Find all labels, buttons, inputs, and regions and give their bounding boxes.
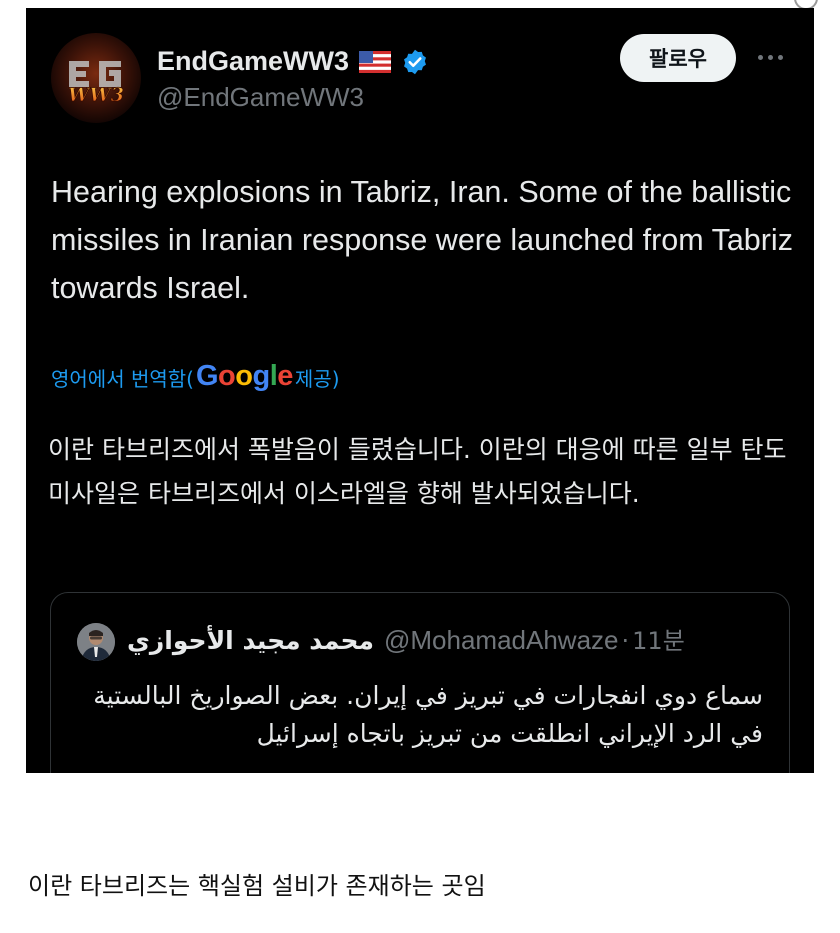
author-name[interactable]: EndGameWW3	[157, 46, 349, 77]
quote-text: سماع دوي انفجارات في تبريز في إيران. بعض…	[93, 681, 763, 748]
author-avatar[interactable]: WW3	[51, 33, 141, 123]
translation-attribution[interactable]: 영어에서 번역함( Google 제공)	[51, 360, 340, 394]
person-avatar-icon	[77, 623, 115, 661]
quote-timestamp[interactable]: 11분	[632, 621, 685, 656]
translation-suffix: 제공)	[294, 367, 340, 391]
more-options-icon[interactable]	[754, 49, 787, 66]
author-name-row: EndGameWW3	[157, 46, 429, 77]
quote-author-avatar	[77, 623, 115, 661]
avatar-text: WW3	[68, 84, 124, 106]
verified-badge-icon	[404, 49, 426, 74]
quote-separator: ·	[621, 627, 630, 655]
quoted-tweet[interactable]: محمد مجيد الأحوازي @MohamadAhwaze · 11분 …	[50, 592, 790, 773]
avatar-logo-icon: WW3	[68, 61, 124, 106]
translated-text: 이란 타브리즈에서 폭발음이 들렸습니다. 이란의 대응에 따른 일부 탄도미사…	[48, 435, 787, 508]
google-logo: Google	[195, 360, 293, 392]
quote-header: محمد مجيد الأحوازي @MohamadAhwaze · 11분	[127, 621, 685, 656]
follow-button[interactable]: 팔로우	[620, 34, 736, 82]
translation-prefix: 영어에서 번역함(	[51, 367, 194, 391]
tweet-card: WW3 EndGameWW3 @EndGameWW3 팔로우 Hearing e…	[26, 8, 814, 773]
post-caption: 이란 타브리즈는 핵실험 설비가 존재하는 곳임	[28, 872, 486, 900]
quote-author-name[interactable]: محمد مجيد الأحوازي	[127, 626, 374, 655]
quote-author-handle[interactable]: @MohamadAhwaze	[384, 625, 619, 656]
tweet-text: Hearing explosions in Tabriz, Iran. Some…	[51, 175, 793, 305]
us-flag-icon	[359, 50, 392, 73]
author-handle[interactable]: @EndGameWW3	[157, 82, 364, 113]
